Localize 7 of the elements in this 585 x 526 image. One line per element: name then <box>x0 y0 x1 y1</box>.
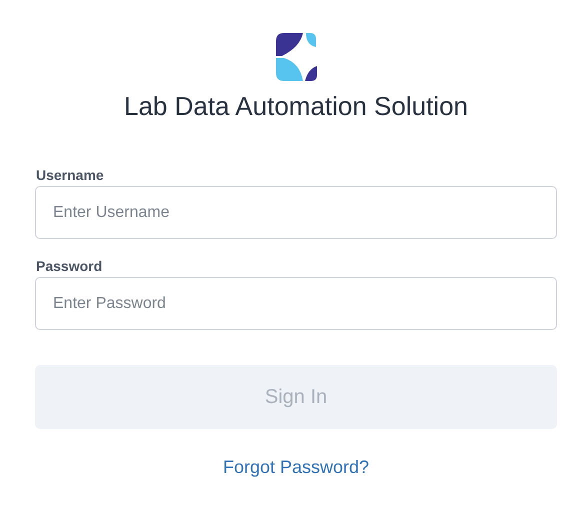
field-label: Password <box>36 257 104 275</box>
input-field[interactable]: Enter Username <box>35 186 557 239</box>
input-field[interactable]: Enter Password <box>35 277 557 330</box>
app-title: Lab Data Automation Solution <box>122 90 470 123</box>
forgot-password-link[interactable]: Forgot Password? <box>222 457 370 478</box>
field-label: Username <box>36 166 105 184</box>
logo-icon <box>276 33 316 81</box>
